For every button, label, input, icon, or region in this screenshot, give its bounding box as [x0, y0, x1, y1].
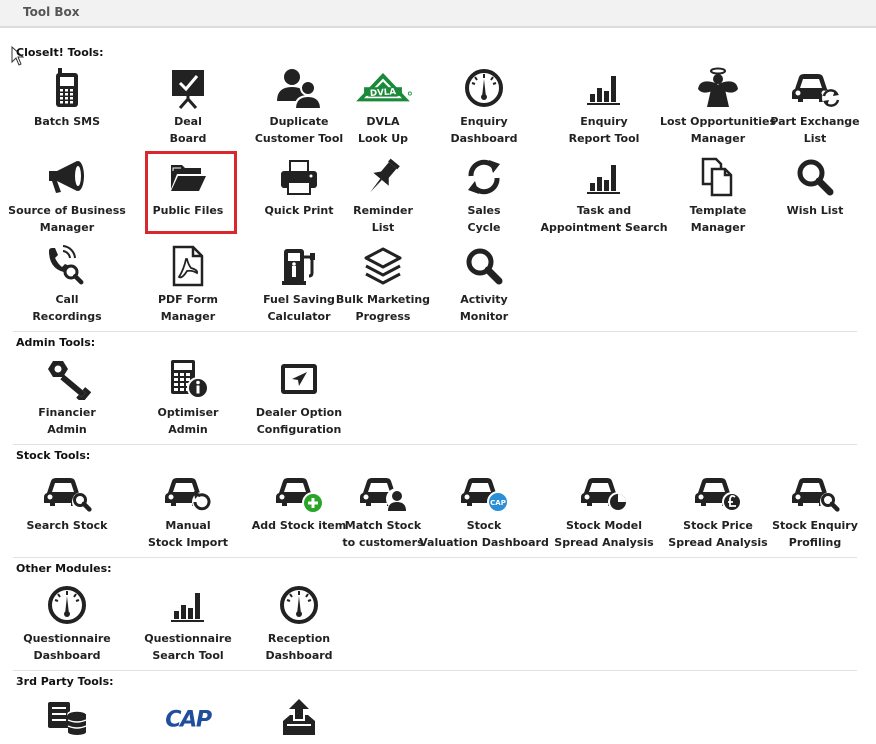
bar-chart-icon [574, 67, 634, 109]
section-title: Stock Tools: [16, 449, 91, 462]
tool-label: Stock Enquiry Profiling [772, 519, 858, 549]
tool-stock-enquiry-profiling[interactable]: Stock Enquiry Profiling [750, 471, 876, 551]
tool-label: Sales Cycle [467, 204, 501, 234]
cap-badge-text: CAP [490, 499, 506, 507]
tool-label: Call Recordings [32, 293, 102, 323]
section-title: 3rd Party Tools: [16, 675, 114, 688]
nut-wrench-icon [37, 358, 97, 400]
presentation-board-icon [158, 67, 218, 109]
tool-label: Manual Stock Import [147, 519, 229, 549]
public-files-highlight [145, 151, 237, 234]
tool-enquiry-dashboard[interactable]: Enquiry Dashboard [419, 67, 549, 147]
tool-stock-model-spread-analysis[interactable]: Stock Model Spread Analysis [539, 471, 669, 551]
tool-label: PDF Form Manager [157, 293, 219, 323]
tool-financier-admin[interactable]: Financier Admin [2, 358, 132, 438]
tool-tray-upload-icon[interactable] [234, 697, 364, 739]
refresh-icon [454, 156, 514, 198]
tool-label: Stock Valuation Dashboard [419, 519, 549, 549]
pdf-file-icon [158, 245, 218, 287]
pushpin-icon [353, 156, 413, 198]
cap-logo: CAP [158, 697, 218, 739]
section-title: CloseIt! Tools: [16, 46, 104, 59]
mobile-phone-icon [37, 67, 97, 109]
calculator-info-icon [158, 358, 218, 400]
tool-label: Enquiry Report Tool [568, 115, 640, 145]
section-divider [13, 557, 857, 558]
tool-label: Match Stock to customers [342, 519, 424, 549]
tool-task-and-appointment-search[interactable]: Task and Appointment Search [539, 156, 669, 236]
tool-label: Batch SMS [33, 115, 101, 128]
tool-dealer-option-configuration[interactable]: Dealer Option Configuration [234, 358, 364, 438]
bar-chart-icon [574, 156, 634, 198]
tool-database-list-icon[interactable] [2, 697, 132, 739]
search-icon [454, 245, 514, 287]
angel-icon [688, 67, 748, 109]
tool-label: Activity Monitor [459, 293, 509, 323]
tool-label: Reception Dashboard [265, 632, 333, 662]
gauge-icon [269, 584, 329, 626]
section-divider [13, 670, 857, 671]
tool-label: Stock Model Spread Analysis [554, 519, 654, 549]
layers-icon [353, 245, 413, 287]
dvla-logo-text: DVLA [370, 87, 397, 99]
tool-label: Questionnaire Dashboard [23, 632, 111, 662]
tool-label: DVLA Look Up [357, 115, 409, 145]
tool-label: Dealer Option Configuration [255, 406, 343, 436]
tool-label: Financier Admin [38, 406, 96, 436]
tool-label: Part Exchange List [770, 115, 860, 145]
car-cap-icon: CAP [454, 471, 514, 513]
tool-questionnaire-dashboard[interactable]: Questionnaire Dashboard [2, 584, 132, 664]
tool-label: Bulk Marketing Progress [335, 293, 431, 323]
dvla-logo: DVLA [353, 67, 413, 109]
section-divider [13, 444, 857, 445]
car-user-icon [353, 471, 413, 513]
tool-label: Task and Appointment Search [540, 204, 668, 234]
tool-source-of-business-manager[interactable]: Source of Business Manager [2, 156, 132, 236]
section-title: Other Modules: [16, 562, 112, 575]
search-icon [785, 156, 845, 198]
car-sync-icon [785, 67, 845, 109]
tool-label: Source of Business Manager [8, 204, 126, 234]
cap-logo-text: CAP [165, 706, 212, 732]
bar-chart-icon [158, 584, 218, 626]
documents-icon [688, 156, 748, 198]
tool-label: Reminder List [353, 204, 413, 234]
car-pound-icon [688, 471, 748, 513]
tool-enquiry-report-tool[interactable]: Enquiry Report Tool [539, 67, 669, 147]
tool-wish-list[interactable]: Wish List [750, 156, 876, 219]
tool-part-exchange-list[interactable]: Part Exchange List [750, 67, 876, 147]
megaphone-icon [37, 156, 97, 198]
tool-call-recordings[interactable]: Call Recordings [2, 245, 132, 325]
car-search-icon [785, 471, 845, 513]
tool-reception-dashboard[interactable]: Reception Dashboard [234, 584, 364, 664]
tool-batch-sms[interactable]: Batch SMS [2, 67, 132, 130]
tool-label: Questionnaire Search Tool [144, 632, 232, 662]
tool-label: Optimiser Admin [157, 406, 219, 436]
tool-label: Template Manager [689, 204, 747, 234]
section-divider [13, 331, 857, 332]
car-pie-chart-icon [574, 471, 634, 513]
tool-label: Enquiry Dashboard [450, 115, 518, 145]
gauge-icon [454, 67, 514, 109]
gauge-icon [37, 584, 97, 626]
tool-activity-monitor[interactable]: Activity Monitor [419, 245, 549, 325]
tool-sales-cycle[interactable]: Sales Cycle [419, 156, 549, 236]
car-search-icon [37, 471, 97, 513]
tool-label: Deal Board [169, 115, 207, 145]
phone-search-icon [37, 245, 97, 287]
tray-upload-icon [269, 697, 329, 739]
tool-label: Wish List [786, 204, 844, 217]
screen-navigation-icon [269, 358, 329, 400]
toolbox-header: Tool Box [0, 0, 876, 28]
tool-label: Search Stock [26, 519, 108, 532]
page-title: Tool Box [23, 5, 80, 19]
tool-stock-valuation-dashboard[interactable]: CAP Stock Valuation Dashboard [419, 471, 549, 551]
database-list-icon [37, 697, 97, 739]
tool-search-stock[interactable]: Search Stock [2, 471, 132, 534]
car-refresh-icon [158, 471, 218, 513]
section-title: Admin Tools: [16, 336, 96, 349]
